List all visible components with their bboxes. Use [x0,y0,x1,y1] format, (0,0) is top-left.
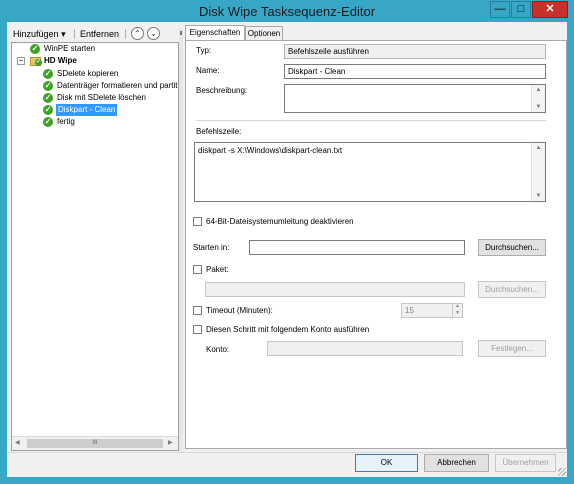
account-field [267,341,463,356]
start-in-field[interactable] [249,240,465,255]
pane-splitter[interactable] [179,29,183,452]
dropdown-arrow-icon: ▾ [61,29,66,39]
name-label: Name: [196,66,220,75]
type-label: Typ: [196,46,212,55]
check-icon: ✓ [43,117,53,127]
start-in-label: Starten in: [193,243,230,252]
tree-item-label: Datenträger formatieren und partit [57,81,178,90]
timeout-checkbox[interactable] [193,306,202,315]
ok-label: OK [380,458,393,467]
scroll-grip: III [92,440,98,446]
ok-button[interactable]: OK [355,454,418,472]
commandline-label: Befehlszeile: [196,127,242,136]
runas-label: Diesen Schritt mit folgendem Konto ausfü… [206,325,370,334]
scroll-left-icon[interactable]: ◀ [15,439,20,446]
timeout-spinner: ▲ ▼ [452,303,462,317]
title-bar[interactable]: Disk Wipe Tasksequenz-Editor [0,0,574,22]
move-up-button[interactable]: ⌃ [131,27,144,40]
check-icon: ✓ [30,44,40,54]
splitter-grip-icon [180,31,182,35]
toolbar-separator [125,29,126,39]
timeout-label: Timeout (Minuten): [206,306,273,315]
move-down-icon: ⌄ [150,29,157,38]
commandline-field[interactable]: diskpart -s X:\Windows\diskpart-clean.tx… [194,142,546,202]
add-label: Hinzufügen [13,29,59,39]
tree-item-label: Disk mit SDelete löschen [57,93,146,102]
account-label: Konto: [206,345,230,354]
package-label: Paket: [206,265,229,274]
tab-properties[interactable]: Eigenschaften [185,25,245,41]
tree-item-label: Diskpart - Clean [56,104,118,116]
tree-item-label: fertig [57,117,75,126]
redirect-label: 64-Bit-Dateisystemumleitung deaktivieren [206,217,354,226]
move-down-button[interactable]: ⌄ [147,27,160,40]
scroll-up-icon[interactable]: ▲ [532,85,545,95]
close-button[interactable]: ✕ [532,1,568,18]
tree-item-label: WinPE starten [44,44,96,53]
tree-item-label: SDelete kopieren [57,69,119,78]
set-account-button: Festlegen... [478,340,546,357]
browse-label: Durchsuchen... [485,243,539,252]
check-icon: ✓ [43,69,53,79]
apply-label: Übernehmen [502,458,549,467]
scroll-down-icon[interactable]: ▼ [532,102,545,112]
remove-button[interactable]: Entfernen [80,27,122,41]
check-icon: ✓ [35,59,42,66]
add-menu-button[interactable]: Hinzufügen ▾ [13,27,73,41]
tab-options[interactable]: Optionen [245,26,283,40]
maximize-button[interactable]: □ [511,1,531,18]
browse-package-button: Durchsuchen... [478,281,546,298]
check-icon: ✓ [43,93,53,103]
cancel-label: Abbrechen [437,458,476,467]
collapse-toggle[interactable]: − [17,57,25,65]
scroll-right-icon[interactable]: ▶ [168,439,173,446]
check-icon: ✓ [43,81,53,91]
commandline-scrollbar[interactable]: ▲ ▼ [531,143,545,201]
resize-grip-icon[interactable] [558,468,566,476]
description-scrollbar[interactable]: ▲ ▼ [531,85,545,112]
maximize-icon: □ [517,3,525,15]
minimize-button[interactable]: — [490,1,510,18]
package-field [205,282,465,297]
close-icon: ✕ [545,3,555,15]
runas-checkbox[interactable] [193,325,202,334]
collapse-icon: − [18,56,24,65]
apply-button: Übernehmen [495,454,556,472]
redirect-checkbox[interactable] [193,217,202,226]
check-icon: ✓ [43,105,53,115]
tab-label: Eigenschaften [189,28,241,37]
minimize-icon: — [494,3,506,15]
scroll-up-icon[interactable]: ▲ [532,143,545,153]
browse-package-label: Durchsuchen... [485,285,539,294]
description-field[interactable] [284,84,546,113]
browse-button[interactable]: Durchsuchen... [478,239,546,256]
commandline-text: diskpart -s X:\Windows\diskpart-clean.tx… [198,146,343,155]
spin-down-icon: ▼ [455,310,460,316]
spin-up-icon: ▲ [455,303,460,309]
scroll-down-icon[interactable]: ▼ [532,191,545,201]
window-title: Disk Wipe Tasksequenz-Editor [198,4,376,19]
scroll-thumb[interactable]: III [27,439,163,448]
tab-label: Optionen [247,29,281,38]
remove-label: Entfernen [80,29,120,39]
move-up-icon: ⌃ [134,29,141,38]
cancel-button[interactable]: Abbrechen [424,454,489,472]
description-label: Beschreibung: [196,86,248,95]
tree-item-label: HD Wipe [44,56,77,65]
separator-line [196,120,546,121]
package-checkbox[interactable] [193,265,202,274]
tree-horizontal-scrollbar[interactable]: ◀ III ▶ [12,436,178,450]
toolbar-separator [74,29,75,39]
name-field[interactable]: Diskpart - Clean [284,64,546,79]
type-field: Befehlszeile ausführen [284,44,546,59]
set-label: Festlegen... [491,344,533,353]
